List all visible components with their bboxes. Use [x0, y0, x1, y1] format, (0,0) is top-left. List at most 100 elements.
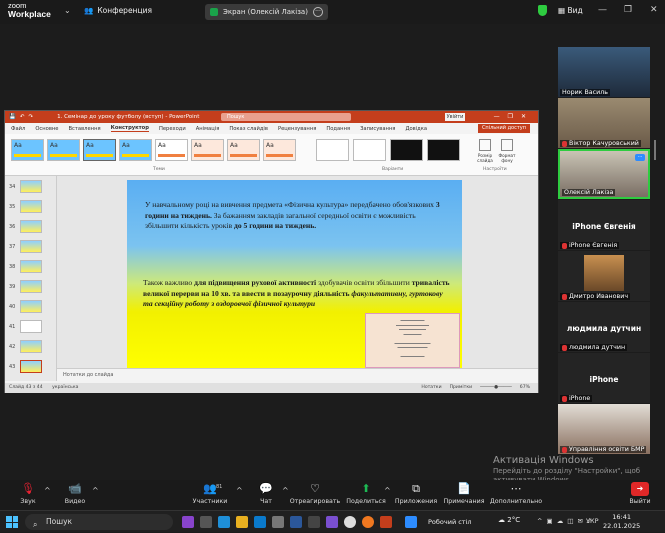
app-icon[interactable] — [308, 516, 320, 528]
chrome-icon[interactable] — [344, 516, 356, 528]
slide-thumbnail[interactable]: 38 — [9, 260, 53, 277]
participant-tile[interactable]: Дмитро Иванович — [558, 251, 650, 301]
tab-insert[interactable]: Вставлення — [69, 126, 101, 132]
word-icon[interactable] — [290, 516, 302, 528]
more-options-icon[interactable]: ··· — [313, 7, 323, 17]
react-button[interactable]: ♡ Отреагировать — [288, 482, 342, 505]
slide-thumbnail[interactable]: 42 — [9, 340, 53, 357]
variant-option[interactable] — [353, 139, 386, 161]
file-explorer-icon[interactable] — [236, 516, 248, 528]
scrollbar[interactable] — [654, 140, 656, 160]
maximize-icon[interactable]: ❐ — [624, 5, 632, 15]
current-slide[interactable]: У навчальному році на вивчення предмета … — [127, 180, 462, 368]
theme-option[interactable]: Aa — [227, 139, 260, 161]
more-options-icon[interactable]: ··· — [635, 154, 645, 161]
variant-option[interactable] — [316, 139, 349, 161]
tab-help[interactable]: Довідка — [405, 126, 427, 132]
muted-mic-icon — [562, 293, 567, 300]
app-icon[interactable] — [272, 516, 284, 528]
firefox-icon[interactable] — [362, 516, 374, 528]
slide-size-button[interactable]: Розмір слайда — [474, 139, 496, 163]
theme-option-selected[interactable]: Aa — [83, 139, 116, 161]
undo-icon[interactable]: ↶ — [20, 114, 25, 120]
participant-tile[interactable]: Норик Василь — [558, 47, 650, 97]
slide-thumbnail[interactable]: 41 — [9, 320, 53, 337]
chevron-up-icon[interactable]: ^ — [92, 486, 99, 495]
participant-tile[interactable]: Віктор Качуровський — [558, 98, 650, 148]
slide-thumbnail[interactable]: 36 — [9, 220, 53, 237]
format-background-button[interactable]: Формат фону — [496, 139, 518, 163]
zoom-slider[interactable]: ─────●───── — [480, 385, 512, 390]
powerpoint-icon[interactable] — [380, 516, 392, 528]
theme-option[interactable]: Aa — [263, 139, 296, 161]
slide-thumbnail[interactable]: 34 — [9, 180, 53, 197]
theme-option[interactable]: Aa — [155, 139, 188, 161]
tab-file[interactable]: Файл — [11, 126, 25, 132]
theme-option[interactable]: Aa — [191, 139, 224, 161]
system-tray-icons[interactable]: ^ ▣ ☁ ◫ ✉ ♪ — [537, 517, 592, 525]
tab-slideshow[interactable]: Показ слайдів — [229, 126, 268, 132]
share-screen-button[interactable]: ⬆ Поделиться — [344, 482, 388, 505]
taskbar-search[interactable]: ⌕ Пошук — [25, 514, 173, 530]
slide-thumbnail[interactable]: 37 — [9, 240, 53, 257]
slide-notes-field[interactable]: Нотатки до слайда — [57, 368, 538, 381]
ppt-window-controls[interactable]: —❐✕ — [494, 113, 534, 120]
tab-view[interactable]: Подання — [326, 126, 350, 132]
zoom-taskbar-icon[interactable] — [405, 516, 417, 528]
notes-toggle[interactable]: Нотатки — [421, 385, 441, 390]
taskbar-app-desktop[interactable]: Робочий стіл — [425, 514, 481, 530]
slide-thumbnail[interactable]: 39 — [9, 280, 53, 297]
variant-option[interactable] — [390, 139, 423, 161]
tab-home[interactable]: Основне — [35, 126, 58, 132]
slide-thumbnail[interactable]: 35 — [9, 200, 53, 217]
participant-tile-active-speaker[interactable]: Олексій Лакіза ··· — [558, 149, 650, 199]
theme-option[interactable]: Aa — [119, 139, 152, 161]
view-button[interactable]: ▦ Вид — [558, 6, 583, 15]
variant-option[interactable] — [427, 139, 460, 161]
leave-button[interactable]: ➜ Выйти — [620, 482, 660, 505]
save-icon[interactable]: 💾 — [9, 114, 16, 120]
zoom-level[interactable]: 67% — [520, 385, 530, 390]
participants-button[interactable]: 👥 81 Участники — [186, 482, 234, 505]
participant-tile[interactable]: людмила дутчин людмила дутчин — [558, 302, 650, 352]
theme-option[interactable]: Aa — [47, 139, 80, 161]
more-button[interactable]: ⋯ Дополнительно — [488, 482, 544, 505]
chevron-up-icon[interactable]: ^ — [44, 486, 51, 495]
edge-icon[interactable] — [218, 516, 230, 528]
participant-tile[interactable]: iPhone iPhone — [558, 353, 650, 403]
minimize-icon[interactable]: — — [598, 5, 607, 15]
task-view-icon[interactable] — [200, 516, 212, 528]
language-indicator[interactable]: УКР — [586, 517, 599, 525]
ppt-search-input[interactable]: Пошук — [221, 113, 351, 121]
tab-design[interactable]: Конструктор — [110, 125, 149, 132]
windows-start-icon[interactable] — [6, 516, 18, 528]
tab-review[interactable]: Рецензування — [278, 126, 316, 132]
participant-tile[interactable]: iPhone Євгенія iPhone Євгенія — [558, 200, 650, 250]
slide-thumbnail-selected[interactable]: 43 — [9, 360, 53, 377]
participant-tile[interactable]: Управління освіти БМР — [558, 404, 650, 454]
chevron-up-icon[interactable]: ^ — [236, 486, 243, 495]
share-button[interactable]: Спільний доступ — [477, 124, 530, 133]
close-icon[interactable]: ✕ — [650, 5, 658, 15]
viber-icon[interactable] — [326, 516, 338, 528]
taskbar-clock[interactable]: 16:41 22.01.2025 — [603, 513, 640, 531]
theme-option[interactable]: Aa — [11, 139, 44, 161]
comments-toggle[interactable]: Примітки — [450, 385, 473, 390]
apps-button[interactable]: ⧉ Приложения — [392, 482, 440, 505]
chevron-down-icon[interactable]: ⌄ — [64, 6, 71, 15]
store-icon[interactable] — [254, 516, 266, 528]
tab-record[interactable]: Записування — [360, 126, 395, 132]
slide-thumbnail[interactable]: 40 — [9, 300, 53, 317]
video-button[interactable]: 📹 Видео — [53, 482, 97, 505]
signin-button[interactable]: Увійти — [445, 113, 465, 121]
tab-transitions[interactable]: Переходи — [159, 126, 186, 132]
security-shield-icon[interactable] — [538, 5, 547, 16]
chevron-up-icon[interactable]: ^ — [384, 486, 391, 495]
tab-animations[interactable]: Анімація — [196, 126, 220, 132]
notes-button[interactable]: 📄 Примечания — [441, 482, 487, 505]
share-indicator[interactable]: Экран (Олексій Лакіза) ··· — [205, 4, 328, 20]
redo-icon[interactable]: ↷ — [28, 114, 33, 120]
weather-widget[interactable]: ☁ 2°C — [498, 516, 520, 524]
copilot-icon[interactable] — [182, 516, 194, 528]
meeting-info-button[interactable]: 👥 Конференция — [84, 6, 152, 15]
